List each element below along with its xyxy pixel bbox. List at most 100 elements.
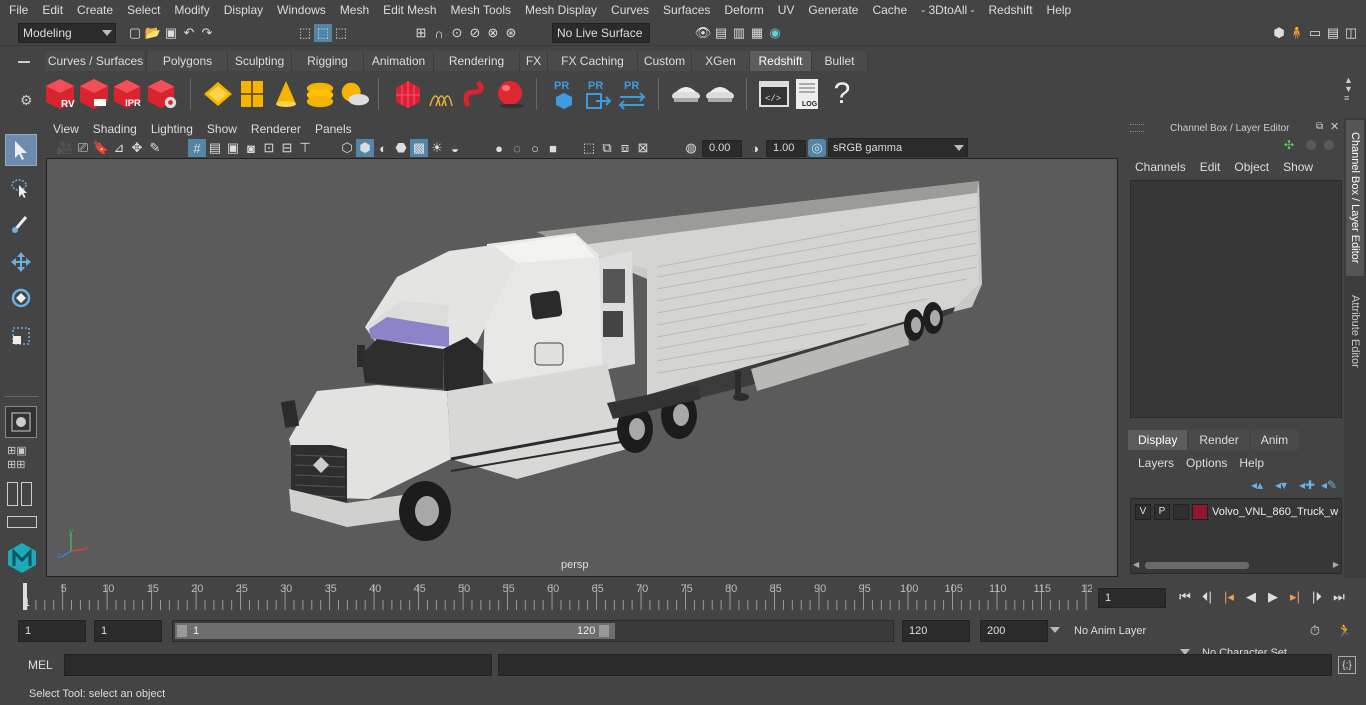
shelf-tab-fx-caching[interactable]: FX Caching [548,51,638,71]
rs-help-icon[interactable]: ? [826,76,858,112]
scroll-right-icon[interactable]: ▶ [1333,560,1339,569]
select-hierarchy-icon[interactable]: ⬚ [296,24,314,42]
camera-attributes-icon[interactable]: ⎚ [74,139,92,157]
layer-display-type-toggle[interactable] [1173,504,1189,520]
motion-blur-icon[interactable]: ◌ [508,139,526,157]
layout-two-pane-icon[interactable] [7,482,37,508]
textured-icon[interactable]: ▩ [410,139,428,157]
shadows-icon[interactable]: ◒ [446,139,464,157]
render-frame-icon[interactable]: ▤ [712,24,730,42]
shelf-scroll-arrows[interactable]: ▲ ▼ ≡ [1344,76,1354,112]
rs-ipr-icon[interactable]: IPR [112,76,144,112]
rs-sun-sky-icon[interactable] [338,76,370,112]
drag-handle-icon[interactable] [1130,124,1144,132]
animation-end-field[interactable]: 200 [980,620,1048,642]
layer-menu-layers[interactable]: Layers [1132,456,1180,470]
menu-create[interactable]: Create [70,0,120,20]
rs-sphere-icon[interactable] [494,76,526,112]
toggle-channel-box-icon[interactable]: ◫ [1342,24,1360,42]
step-back-icon[interactable]: ⏴| [1196,588,1218,606]
rs-render-view-icon[interactable]: RV [44,76,76,112]
rotate-tool-icon[interactable] [5,282,37,314]
rs-script-editor-icon[interactable]: </> [758,76,790,112]
anti-alias-icon[interactable]: ○ [526,139,544,157]
channel-list[interactable] [1130,180,1342,418]
channel-menu-object[interactable]: Object [1227,160,1276,174]
menu-curves[interactable]: Curves [604,0,656,20]
select-camera-icon[interactable]: 🎥 [56,139,74,157]
character-controls-icon[interactable]: 🧍 [1288,24,1306,42]
shelf-tab-xgen[interactable]: XGen [692,51,750,71]
use-default-material-icon[interactable]: ◐ [374,139,392,157]
menu-surfaces[interactable]: Surfaces [656,0,717,20]
menu-windows[interactable]: Windows [270,0,333,20]
rs-pr-export-icon[interactable]: PR [582,76,614,112]
layer-horizontal-scrollbar[interactable]: ◀ ▶ [1133,559,1339,571]
render-settings-icon[interactable]: ▦ [748,24,766,42]
snap-point-icon[interactable]: ⊙ [448,24,466,42]
range-slider-bar[interactable] [175,623,615,639]
viewport-menu-renderer[interactable]: Renderer [244,120,308,138]
color-management-icon[interactable]: ◎ [808,139,826,157]
shelf-settings-icon[interactable]: ⚙ [20,92,36,108]
rs-bake-icon[interactable] [670,76,702,112]
rs-dome-light-icon[interactable] [304,76,336,112]
xray-joints-icon[interactable]: ⧈ [616,139,634,157]
script-editor-icon[interactable]: {;} [1338,656,1356,674]
shelf-tab-curves-surfaces[interactable]: Curves / Surfaces [46,51,146,71]
rs-rect-light-icon[interactable] [202,76,234,112]
render-view-icon[interactable]: 👁 [694,24,712,42]
menu-file[interactable]: File [0,0,35,20]
play-forward-icon[interactable]: ▶ [1262,588,1284,606]
rs-bake-set-icon[interactable] [704,76,736,112]
viewport-menu-lighting[interactable]: Lighting [144,120,200,138]
menu-3dtoall[interactable]: - 3DtoAll - [914,0,981,20]
menu-mesh-tools[interactable]: Mesh Tools [444,0,518,20]
modeling-toolkit-icon[interactable]: ⬢ [1270,24,1288,42]
paint-select-tool-icon[interactable] [5,208,37,240]
shelf-tab-rendering[interactable]: Rendering [434,51,520,71]
shelf-tab-custom[interactable]: Custom [638,51,692,71]
snap-curve-icon[interactable]: ∩ [430,24,448,42]
menu-redshift[interactable]: Redshift [982,0,1040,20]
open-scene-icon[interactable]: 📂 [144,24,162,42]
ipr-render-icon[interactable]: ▥ [730,24,748,42]
gamma-icon[interactable]: ◑ [746,139,764,157]
two-d-pan-icon[interactable]: ✥ [128,139,146,157]
viewport-menu-show[interactable]: Show [200,120,244,138]
step-forward-key-icon[interactable]: ▸| [1284,588,1306,606]
current-frame-field[interactable]: 1 [1098,588,1166,608]
rs-mesh-light-icon[interactable] [236,76,268,112]
play-backward-icon[interactable]: ◀ [1240,588,1262,606]
time-slider[interactable]: 5 10 15 20 25 30 35 40 45 50 55 60 65 70 75 80 85 90 95 100… [18,580,1093,610]
isolate-select-icon[interactable]: ⬚ [580,139,598,157]
rs-render-icon[interactable] [78,76,110,112]
truck-trailer-model[interactable] [47,159,1118,577]
mode-selector[interactable]: Modeling [18,23,116,43]
go-to-start-icon[interactable]: ⏮ [1174,588,1196,606]
viewport-menu-view[interactable]: View [46,120,86,138]
scroll-left-icon[interactable]: ◀ [1133,560,1139,569]
xray-components-icon[interactable]: ⊠ [634,139,652,157]
auto-key-icon[interactable]: ⏱ [1306,622,1324,640]
bookmark-icon[interactable]: 🔖 [92,139,110,157]
channel-menu-show[interactable]: Show [1276,160,1320,174]
toggle-tool-settings-icon[interactable]: ▤ [1324,24,1342,42]
go-to-end-icon[interactable]: ⏭ [1328,588,1350,606]
layout-single-icon[interactable]: ⊞▣ ⊞⊞ [7,444,37,474]
rs-settings-icon[interactable] [146,76,178,112]
redo-icon[interactable]: ↷ [198,24,216,42]
rs-pr-material-icon[interactable]: PR [548,76,580,112]
range-slider-start-handle[interactable] [177,625,187,637]
menu-modify[interactable]: Modify [167,0,216,20]
layer-playback-toggle[interactable]: P [1154,504,1170,520]
ambient-occlusion-icon[interactable]: ● [490,139,508,157]
layer-tab-anim[interactable]: Anim [1250,430,1299,450]
viewport-menu-panels[interactable]: Panels [308,120,359,138]
menu-display[interactable]: Display [217,0,270,20]
make-live-icon[interactable]: ⊛ [502,24,520,42]
layer-row[interactable]: V P Volvo_VNL_860_Truck_wi [1135,503,1341,521]
viewport-menu-shading[interactable]: Shading [86,120,144,138]
select-object-icon[interactable]: ⬚ [314,24,332,42]
channel-menu-edit[interactable]: Edit [1193,160,1228,174]
